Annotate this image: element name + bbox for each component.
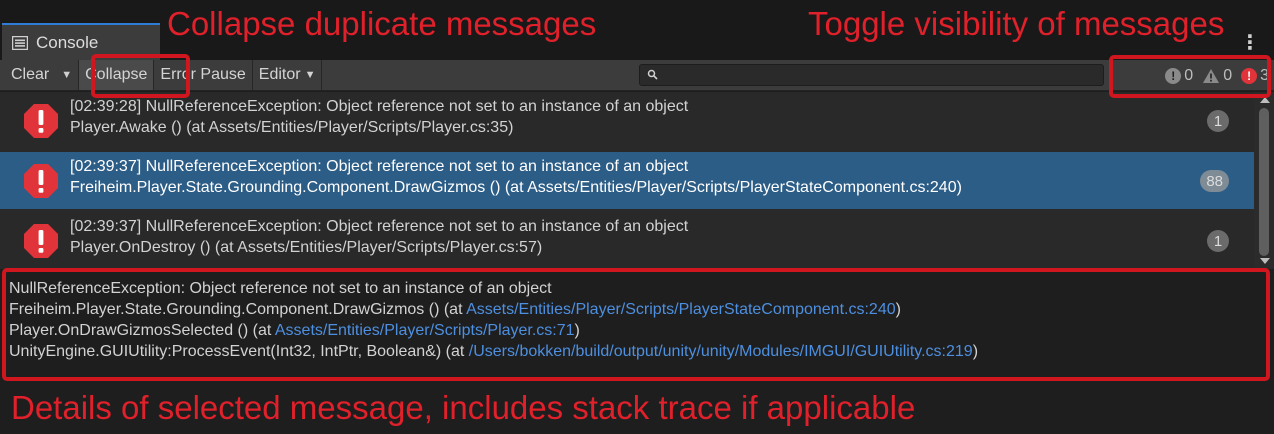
message-source: Player.Awake () (at Assets/Entities/Play… bbox=[70, 119, 514, 136]
annotation-details-label: Details of selected message, includes st… bbox=[11, 389, 916, 426]
message-source: Player.OnDestroy () (at Assets/Entities/… bbox=[70, 239, 543, 256]
tab-label: Console bbox=[36, 33, 99, 52]
search-icon bbox=[647, 69, 658, 80]
collapse-count-badge: 1 bbox=[1207, 110, 1229, 132]
editor-dropdown-label: Editor bbox=[258, 66, 301, 83]
error-icon bbox=[24, 164, 58, 198]
toolbar-divider bbox=[321, 60, 323, 90]
list-item-selected[interactable]: [02:39:37] NullReferenceException: Objec… bbox=[0, 152, 1254, 209]
list-scrollbar[interactable] bbox=[1254, 92, 1274, 269]
annotation-details-box bbox=[2, 268, 1270, 381]
collapse-count-badge: 1 bbox=[1207, 230, 1229, 252]
error-icon bbox=[24, 224, 58, 258]
kebab-menu-icon[interactable]: ⋮ bbox=[1240, 33, 1260, 53]
clear-button[interactable]: Clear bbox=[0, 60, 55, 90]
error-icon bbox=[24, 104, 58, 138]
annotation-toggle-box bbox=[1109, 55, 1271, 98]
message-text: [02:39:37] NullReferenceException: Objec… bbox=[70, 218, 689, 235]
annotation-collapse-box bbox=[91, 54, 190, 98]
chevron-down-icon: ▼ bbox=[304, 69, 316, 81]
list-item[interactable]: [02:39:37] NullReferenceException: Objec… bbox=[0, 212, 1254, 269]
editor-dropdown[interactable]: Editor ▼ bbox=[253, 60, 322, 90]
console-list-icon bbox=[12, 36, 28, 50]
chevron-down-icon: ▼ bbox=[61, 69, 73, 81]
list-item[interactable]: [02:39:28] NullReferenceException: Objec… bbox=[0, 92, 1254, 149]
scroll-thumb[interactable] bbox=[1259, 108, 1269, 256]
console-toolbar: Clear ▼ Collapse Error Pause Editor ▼ ! … bbox=[0, 60, 1274, 91]
search-input[interactable] bbox=[639, 64, 1104, 86]
scroll-down-icon[interactable] bbox=[1260, 258, 1270, 264]
clear-options-dropdown[interactable]: ▼ bbox=[55, 60, 78, 90]
message-source: Freiheim.Player.State.Grounding.Componen… bbox=[70, 179, 962, 196]
message-text: [02:39:37] NullReferenceException: Objec… bbox=[70, 158, 689, 175]
annotation-collapse-label: Collapse duplicate messages bbox=[167, 5, 597, 42]
collapse-count-badge: 88 bbox=[1200, 170, 1229, 192]
annotation-toggle-label: Toggle visibility of messages bbox=[808, 5, 1225, 42]
message-list: [02:39:28] NullReferenceException: Objec… bbox=[0, 92, 1274, 269]
message-text: [02:39:28] NullReferenceException: Objec… bbox=[70, 98, 689, 115]
